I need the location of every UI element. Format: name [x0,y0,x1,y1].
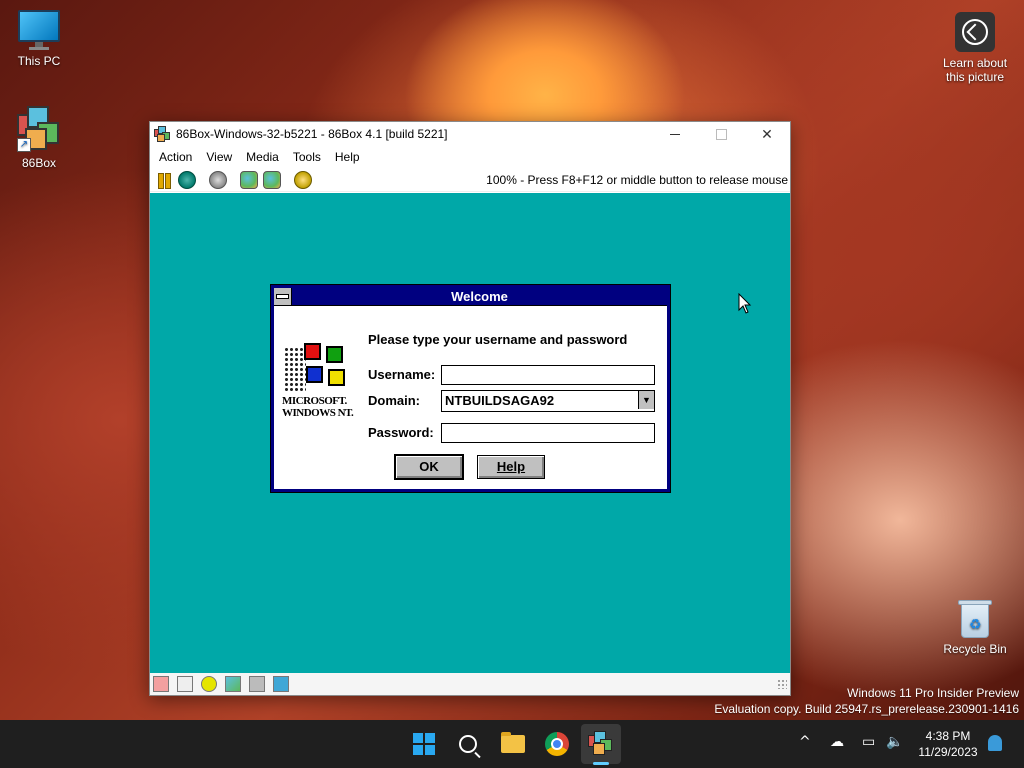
desktop-icon-label: This PC [17,54,61,68]
menu-help[interactable]: Help [328,150,367,164]
recycle-bin-icon: ♻ [958,598,992,638]
emulator-screen[interactable]: Welcome MICROSOFT. WINDOWS NT. Please typ… [150,193,790,674]
chrome-icon [545,732,569,756]
monitor-icon [18,10,60,50]
password-label: Password: [368,425,434,440]
help-button[interactable]: Help [477,455,545,479]
dialog-titlebar: Welcome [274,288,667,306]
learn-picture-icon [955,12,995,52]
hard-disk-icon[interactable] [225,676,241,692]
ok-button[interactable]: OK [394,454,464,480]
password-field[interactable] [441,423,655,443]
desktop-icon-label: Recycle Bin [943,642,1007,656]
close-button[interactable]: ✕ [744,122,790,146]
desktop-icon-learn-about-picture[interactable]: Learn about this picture [937,12,1013,84]
minimize-button[interactable] [652,122,698,146]
desktop-icon-86box[interactable]: ↗ 86Box [1,106,77,170]
menu-bar: Action View Media Tools Help [150,146,790,168]
86box-taskbar-button[interactable] [585,728,617,760]
desktop-icon-label: 86Box [21,156,57,170]
menu-view[interactable]: View [199,150,239,164]
window-titlebar[interactable]: 86Box-Windows-32-b5221 - 86Box 4.1 [buil… [150,122,790,146]
domain-label: Domain: [368,393,420,408]
86box-app-icon[interactable] [154,126,170,142]
file-explorer-button[interactable] [497,728,529,760]
floppy-drive-icon[interactable] [153,676,169,692]
mouse-cursor-icon [738,293,752,314]
menu-action[interactable]: Action [152,150,199,164]
folder-icon [501,732,525,753]
notification-bell-icon[interactable] [988,735,1002,751]
desktop-icon-this-pc[interactable]: This PC [1,10,77,68]
power-icon[interactable] [209,170,227,189]
maximize-button[interactable] [698,122,744,146]
settings-gear-icon[interactable] [294,170,312,189]
sound-icon[interactable] [273,676,289,692]
show-hidden-icons-chevron-up-icon[interactable]: ^ [799,734,811,750]
taskbar: ^ ☁ ▭ 🔈 4:38 PM 11/29/2023 [0,720,1024,768]
evaluation-watermark: Windows 11 Pro Insider Preview Evaluatio… [714,685,1019,717]
toolbar: 100% - Press F8+F12 or middle button to … [150,168,790,192]
domain-select[interactable]: NTBUILDSAGA92 ▼ [441,390,655,412]
help-button-label: Help [496,459,526,474]
reset-icon[interactable] [178,170,196,189]
ctrl-alt-esc-icon[interactable] [263,170,281,189]
menu-tools[interactable]: Tools [286,150,328,164]
menu-media[interactable]: Media [239,150,286,164]
clock-time: 4:38 PM [925,729,971,743]
logo-text-microsoft: MICROSOFT. [282,395,347,407]
dialog-message: Please type your username and password [368,332,628,347]
active-indicator [593,762,609,765]
86box-icon [588,731,614,757]
network-monitor-icon[interactable]: ▭ [862,734,875,750]
cdrom-drive-icon[interactable] [201,676,217,692]
desktop-icon-label: Learn about this picture [942,56,1008,84]
username-label: Username: [368,367,436,382]
logo-text-windows-nt: WINDOWS NT. [282,407,354,419]
windows-nt-logo-icon: MICROSOFT. WINDOWS NT. [282,343,354,423]
dialog-title: Welcome [451,289,508,304]
clock-date: 11/29/2023 [918,745,978,759]
status-bar [150,673,790,695]
mouse-capture-status: 100% - Press F8+F12 or middle button to … [486,172,788,187]
search-button[interactable] [452,728,484,760]
desktop-icon-recycle-bin[interactable]: ♻ Recycle Bin [937,598,1013,656]
search-icon [459,735,477,753]
onedrive-cloud-icon[interactable]: ☁ [830,734,844,750]
watermark-line-1: Windows 11 Pro Insider Preview [847,686,1019,700]
chrome-button[interactable] [541,728,573,760]
pause-icon[interactable] [155,171,173,189]
ctrl-alt-del-icon[interactable] [240,170,258,189]
86box-icon: ↗ [17,106,61,152]
username-field[interactable] [441,365,655,385]
system-menu-icon[interactable] [274,288,292,305]
welcome-dialog: Welcome MICROSOFT. WINDOWS NT. Please typ… [270,284,671,493]
clock[interactable]: 4:38 PM 11/29/2023 [910,728,986,760]
86box-window: 86Box-Windows-32-b5221 - 86Box 4.1 [buil… [149,121,791,696]
floppy-drive-2-icon[interactable] [177,676,193,692]
windows-start-icon [413,733,435,755]
volume-muted-icon[interactable]: 🔈 [886,734,903,750]
watermark-line-2: Evaluation copy. Build 25947.rs_prerelea… [714,702,1019,716]
domain-value: NTBUILDSAGA92 [445,393,555,408]
network-icon[interactable] [249,676,265,692]
window-title: 86Box-Windows-32-b5221 - 86Box 4.1 [buil… [176,127,448,141]
start-button[interactable] [408,728,440,760]
dropdown-arrow-icon[interactable]: ▼ [638,391,654,409]
